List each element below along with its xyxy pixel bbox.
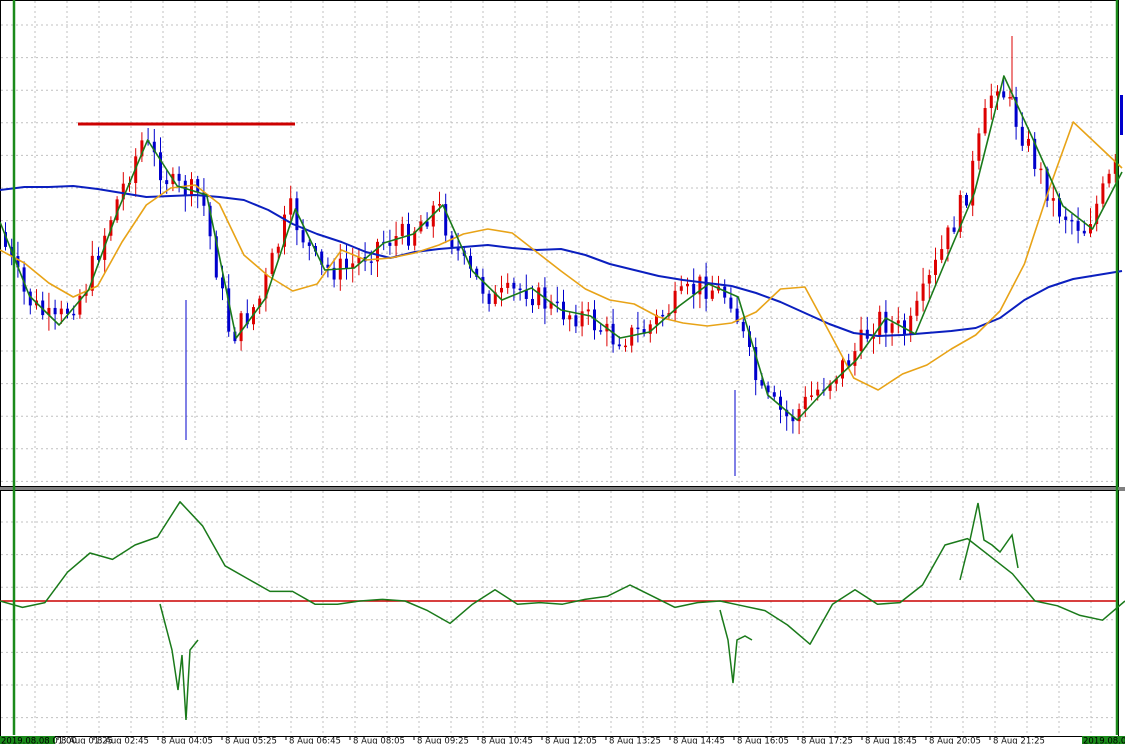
time-tick-label: 8 Aug 14:45 (673, 737, 725, 744)
candle-bear (1120, 95, 1123, 135)
candle-bear (301, 230, 305, 243)
candle-bear (512, 282, 516, 289)
candle-bull (1107, 173, 1111, 184)
candle-bull (927, 274, 931, 284)
candle-bull (289, 198, 293, 215)
candle-bear (884, 311, 888, 333)
price-chart-window[interactable]: 2019.08.08 01:008 Aug 01:258 Aug 02:45 8 … (0, 0, 1125, 744)
candle-bear (165, 180, 169, 185)
candle-bull (438, 204, 441, 206)
time-tick-label: 8 Aug 13:25 (609, 737, 661, 744)
time-tick-label: 8 Aug 17:25 (801, 737, 853, 744)
candle-bull (239, 313, 243, 342)
candle-bear (1020, 126, 1024, 146)
time-tick-label: 8 Aug 16:05 (737, 737, 789, 744)
candle-bear (636, 327, 640, 330)
candle-bear (574, 315, 578, 327)
candle-bull (59, 308, 63, 315)
candle-bear (345, 258, 348, 269)
candle-bear (531, 298, 534, 306)
candle-bull (803, 396, 807, 410)
candle-bear (307, 242, 311, 246)
time-tick-label: 8 Aug 18:45 (865, 737, 917, 744)
candle-bear (177, 173, 181, 181)
candle-bull (983, 108, 987, 134)
candle-bear (72, 313, 76, 316)
candle-bull (921, 283, 925, 301)
candle-bull (989, 95, 993, 109)
time-tick-label: 8 Aug 10:45 (481, 737, 533, 744)
candle-bull (624, 345, 627, 348)
candle-bear (729, 297, 733, 309)
candle-bull (686, 283, 689, 287)
candle-bull (853, 351, 857, 366)
candle-bear (555, 301, 559, 304)
candle-bear (661, 314, 665, 317)
time-tick-label: 8 Aug 04:05 (161, 737, 213, 744)
candle-bear (369, 261, 373, 263)
candle-bull (1008, 97, 1012, 99)
candle-bear (1070, 219, 1074, 222)
candle-bull (940, 249, 944, 260)
time-marker-label: 2019.08.08 (1083, 737, 1125, 744)
candle-bull (934, 259, 937, 275)
candle-bear (952, 227, 956, 232)
candle-bull (500, 287, 503, 293)
candle-bull (270, 252, 274, 275)
candle-bear (692, 283, 696, 295)
candle-bear (599, 330, 603, 332)
candle-bull (679, 286, 683, 291)
candle-bull (896, 320, 900, 324)
time-tick-label: 8 Aug 05:25 (225, 737, 277, 744)
time-tick-label: 8 Aug 09:25 (417, 737, 469, 744)
candle-bull (537, 287, 541, 306)
candle-bull (1101, 183, 1105, 204)
candle-bull (1051, 198, 1055, 201)
candle-bear (704, 276, 708, 299)
candle-bull (890, 323, 894, 333)
candle-bear (779, 396, 782, 410)
candle-bear (1082, 230, 1086, 234)
candle-bear (741, 321, 745, 332)
candle-bear (53, 307, 57, 315)
candle-bull (1027, 138, 1030, 146)
candle-bull (276, 246, 280, 253)
candle-bear (159, 152, 162, 181)
candle-bear (388, 242, 392, 246)
candle-bear (772, 392, 776, 397)
candle-bear (1002, 91, 1006, 98)
candle-bull (915, 300, 919, 316)
candle-bear (1076, 221, 1080, 231)
time-axis: 2019.08.08 01:008 Aug 01:258 Aug 02:45 8 … (0, 736, 1125, 744)
time-tick-label: 8 Aug 21:25 (993, 737, 1045, 744)
candle-bull (841, 360, 844, 379)
candle-bull (946, 227, 950, 250)
candle-bear (1064, 216, 1068, 220)
time-tick-label: 8 Aug 02:45 (97, 737, 149, 744)
candle-bull (816, 389, 820, 396)
time-tick-label: 8 Aug 20:05 (929, 737, 981, 744)
time-tick-label: 8 Aug 12:05 (545, 737, 597, 744)
candle-bull (810, 395, 813, 397)
candle-bear (487, 293, 491, 304)
time-tick-label: 8 Aug 06:45 (289, 737, 341, 744)
candle-bull (710, 290, 714, 299)
candle-bull (400, 223, 404, 236)
candle-bull (394, 235, 398, 246)
candle-bull (506, 282, 510, 288)
candle-bear (617, 344, 621, 347)
candle-bull (1039, 168, 1043, 171)
candle-bear (518, 288, 522, 291)
time-tick-label: 8 Aug 08:05 (353, 737, 405, 744)
chart-background (0, 0, 1125, 744)
candle-bull (90, 255, 94, 291)
candle-bull (568, 315, 572, 320)
candle-bear (450, 235, 454, 248)
candle-bull (190, 179, 193, 197)
candle-bear (965, 194, 968, 206)
candle-bull (977, 133, 981, 161)
candle-bull (586, 309, 590, 312)
